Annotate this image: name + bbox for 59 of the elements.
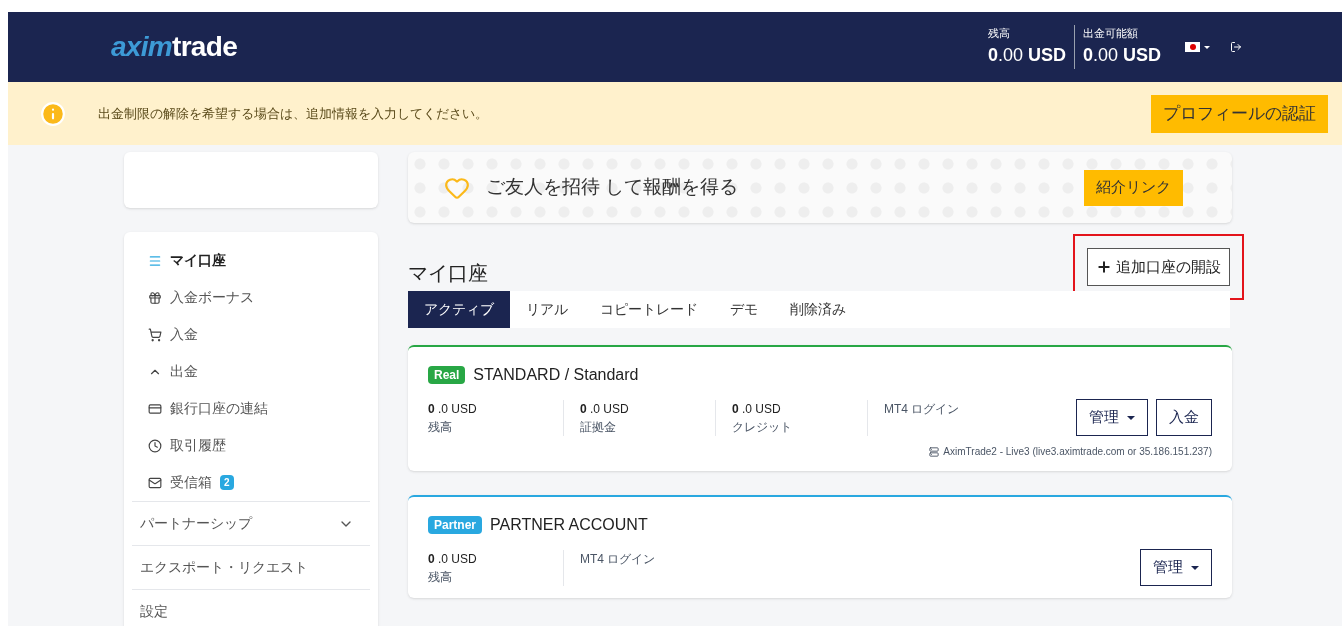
referral-link-button[interactable]: 紹介リンク — [1084, 169, 1183, 206]
clock-icon — [148, 438, 162, 453]
stat-label: 残高 — [428, 418, 453, 436]
account-type-badge: Real — [428, 366, 466, 384]
login-label: MT4 ログイン — [580, 550, 656, 568]
section-title: マイ口座 — [408, 261, 488, 286]
stat-value: 0 .0 USD — [428, 550, 478, 568]
manage-dropdown-button[interactable]: 管理 — [1140, 549, 1212, 586]
account-tab[interactable]: コピートレード — [584, 291, 714, 328]
stat-value: 0 .0 USD — [732, 400, 782, 418]
sidebar-section[interactable]: エクスポート・リクエスト — [132, 545, 370, 589]
sidebar-item[interactable]: 銀行口座の連結 — [132, 390, 370, 427]
verify-profile-button[interactable]: プロフィールの認証 — [1151, 94, 1328, 133]
sidebar-item[interactable]: 取引履歴 — [132, 427, 370, 464]
sidebar-item[interactable]: 受信箱 2 — [132, 464, 370, 501]
stat-value: 0 .0 USD — [580, 400, 630, 418]
deposit-button[interactable]: 入金 — [1156, 399, 1212, 436]
mail-icon — [148, 475, 162, 490]
account-name: PARTNER ACCOUNT — [490, 515, 648, 535]
stat-label: クレジット — [732, 418, 793, 436]
sidebar-section[interactable]: パートナーシップ — [132, 501, 370, 545]
server-info: AximTrade2 - Live3 (live3.aximtrade.com or 35.186.151.237) — [943, 445, 1212, 459]
plus-icon — [1096, 259, 1112, 275]
referral-text: ご友人を招待 して報酬を得る — [486, 175, 739, 200]
japan-flag-icon — [1185, 42, 1200, 52]
account-name: STANDARD / Standard — [473, 365, 639, 385]
sidebar-item[interactable]: 出金 — [132, 353, 370, 390]
account-tab[interactable]: デモ — [714, 291, 774, 328]
gift-icon — [148, 290, 162, 305]
balance-label: 出金可能額 — [1082, 26, 1139, 42]
sidebar-section[interactable]: 設定 — [132, 589, 370, 626]
account-type-badge: Partner — [428, 516, 483, 534]
server-icon — [929, 446, 940, 457]
balance-value: 0.00 USD — [987, 43, 1066, 67]
info-icon — [40, 100, 66, 127]
stat-label: 証拠金 — [580, 418, 617, 436]
cart-icon — [148, 327, 162, 342]
count-badge: 2 — [220, 475, 234, 490]
logo: aximtrade — [111, 30, 237, 64]
caret-icon — [1127, 415, 1135, 420]
notice-text: 出金制限の解除を希望する場合は、追加情報を入力してください。 — [98, 104, 488, 123]
menu-icon — [148, 253, 162, 268]
login-label: MT4 ログイン — [884, 400, 960, 418]
open-account-button[interactable]: 追加口座の開設 — [1087, 248, 1230, 286]
balance-value: 0.00 USD — [1082, 43, 1161, 67]
stat-value: 0 .0 USD — [428, 400, 478, 418]
stat-label: 残高 — [428, 568, 453, 586]
card-icon — [148, 401, 162, 416]
account-tab[interactable]: リアル — [510, 291, 584, 328]
manage-dropdown-button[interactable]: 管理 — [1076, 399, 1148, 436]
balance-label: 残高 — [987, 26, 1011, 42]
sidebar-item[interactable]: 入金 — [132, 316, 370, 353]
account-tab[interactable]: アクティブ — [408, 291, 510, 328]
logout-icon[interactable] — [1230, 41, 1242, 53]
caret-icon — [1204, 45, 1210, 49]
account-tab[interactable]: 削除済み — [774, 291, 862, 328]
sidebar-item[interactable]: マイ口座 — [132, 242, 370, 279]
caret-icon — [1191, 565, 1199, 570]
sidebar-item[interactable]: 入金ボーナス — [132, 279, 370, 316]
